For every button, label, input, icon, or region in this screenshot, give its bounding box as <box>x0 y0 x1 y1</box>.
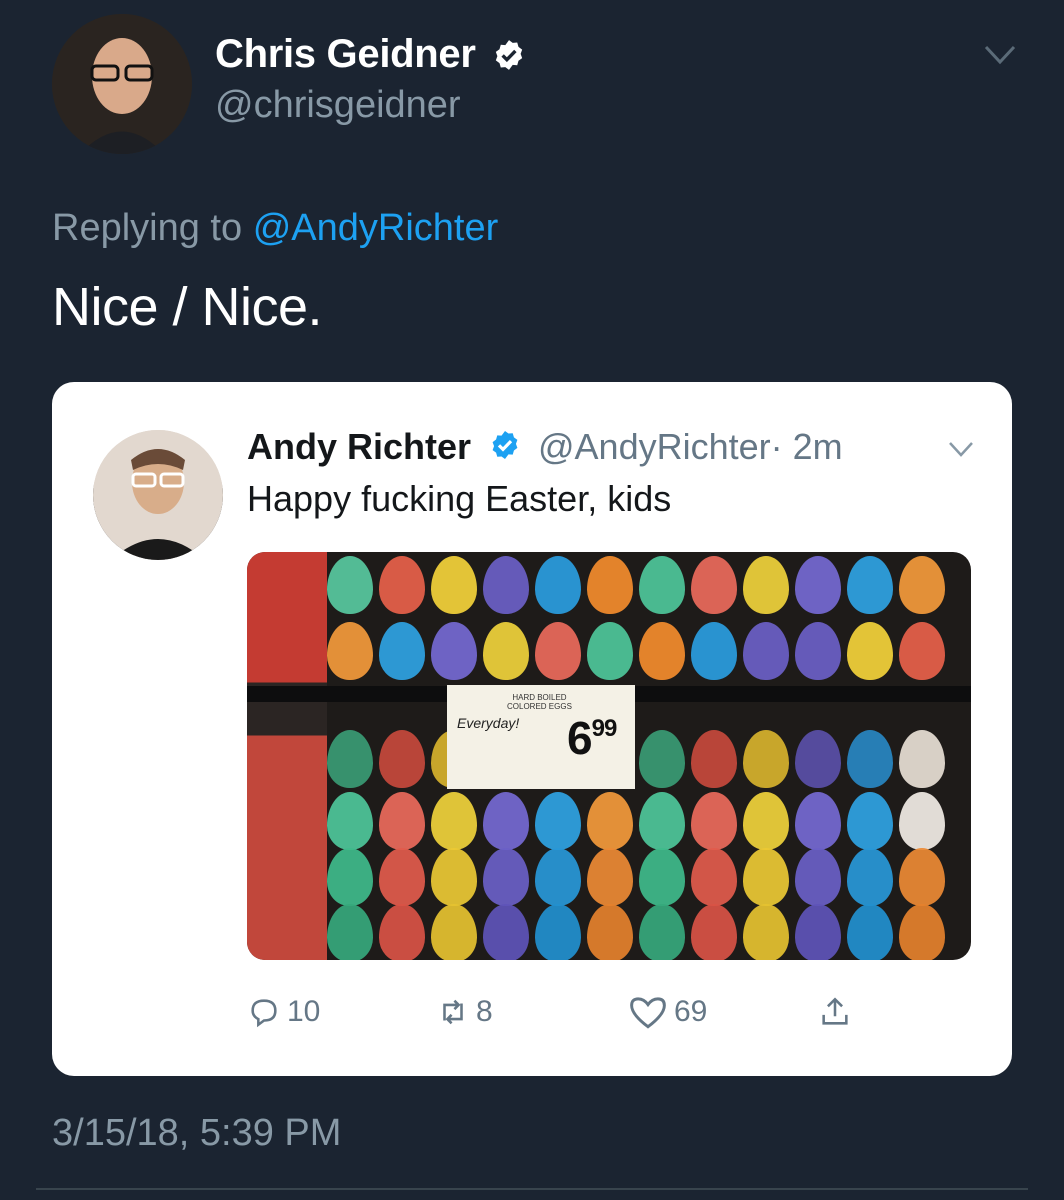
tweet-timestamp[interactable]: 3/15/18, 5:39 PM <box>52 1112 341 1155</box>
egg-row <box>327 622 945 680</box>
verified-badge-icon <box>489 429 521 461</box>
like-icon <box>630 997 666 1029</box>
quoted-tweet-card[interactable]: Andy Richter @AndyRichter· 2m Happy fuck… <box>52 382 1012 1076</box>
egg-row <box>327 792 945 850</box>
share-icon <box>822 997 848 1025</box>
price-tag-price: 699 <box>567 711 618 765</box>
retweet-icon <box>443 999 463 1025</box>
retweet-action[interactable]: 8 <box>436 992 493 1032</box>
author-avatar[interactable] <box>52 14 192 154</box>
author-name[interactable]: Chris Geidner <box>215 32 476 77</box>
tweet-text: Nice / Nice. <box>52 277 323 337</box>
divider <box>36 1188 1028 1190</box>
quoted-tweet-photo[interactable]: HARD BOILED COLORED EGGS Everyday! 699 <box>247 552 971 960</box>
price-tag: HARD BOILED COLORED EGGS Everyday! 699 <box>447 685 635 789</box>
price-cents: 99 <box>591 715 618 742</box>
reply-count: 10 <box>287 995 321 1028</box>
price-main: 6 <box>567 712 593 764</box>
replying-mention-link[interactable]: @AndyRichter <box>253 207 499 249</box>
quoted-author-avatar[interactable] <box>93 430 223 560</box>
chevron-down-icon[interactable] <box>984 44 1016 66</box>
quoted-author-handle[interactable]: @AndyRichter <box>538 426 771 467</box>
replying-label: Replying to <box>52 207 243 249</box>
price-tag-description: HARD BOILED COLORED EGGS <box>507 693 572 711</box>
quoted-tweet-age: · 2m <box>770 426 843 467</box>
photo-milk-carton <box>247 552 327 960</box>
chevron-down-icon[interactable] <box>948 440 974 458</box>
like-action[interactable]: 69 <box>628 992 707 1032</box>
verified-badge-icon <box>492 38 526 72</box>
egg-row <box>327 556 945 614</box>
share-action[interactable] <box>818 992 858 1032</box>
retweet-count: 8 <box>476 995 493 1028</box>
reply-action[interactable]: 10 <box>247 992 320 1032</box>
quoted-tweet-text: Happy fucking Easter, kids <box>247 478 672 519</box>
egg-row <box>327 848 945 906</box>
quoted-author-handle-time[interactable]: @AndyRichter· 2m <box>538 426 843 468</box>
like-count: 69 <box>674 995 708 1028</box>
author-handle[interactable]: @chrisgeidner <box>215 84 461 127</box>
reply-icon <box>251 999 277 1028</box>
egg-row <box>327 904 945 960</box>
price-tag-everyday: Everyday! <box>457 715 520 731</box>
replying-to: Replying to @AndyRichter <box>52 207 498 250</box>
quoted-author-name[interactable]: Andy Richter <box>247 426 471 468</box>
egg-row <box>327 730 945 788</box>
